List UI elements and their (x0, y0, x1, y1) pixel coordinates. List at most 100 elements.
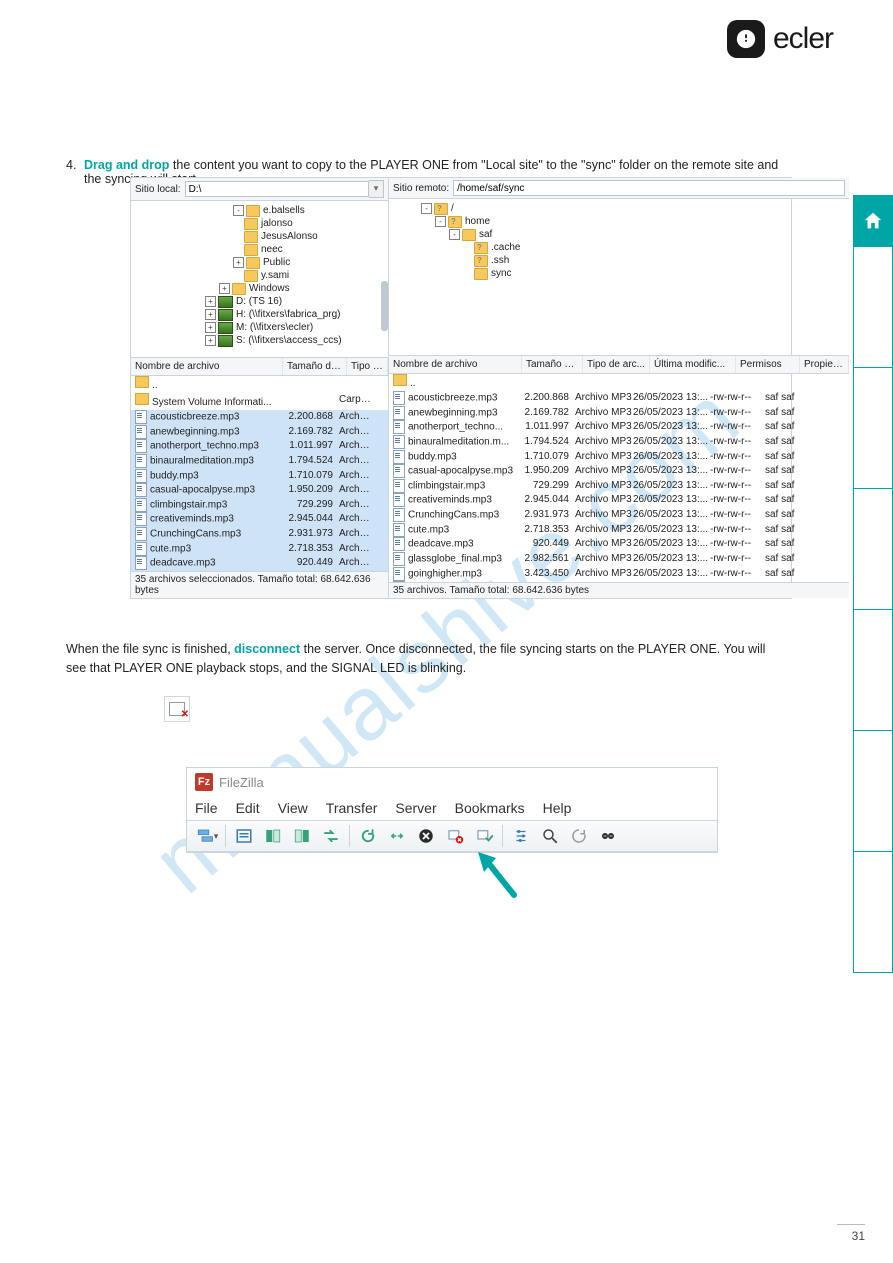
local-path-input[interactable] (185, 181, 369, 197)
col-name[interactable]: Nombre de archivo (389, 356, 522, 373)
list-item[interactable]: creativeminds.mp32.945.044Archivo (131, 512, 388, 527)
list-item[interactable]: anotherport_techno...1.011.997Archivo MP… (389, 420, 849, 435)
col-type[interactable]: Tipo de arc... (583, 356, 650, 373)
menu-item-transfer[interactable]: Transfer (326, 800, 378, 816)
tree-toggle-icon[interactable]: + (205, 322, 216, 333)
tree-node[interactable]: sync (391, 267, 847, 280)
reconnect-icon[interactable] (470, 824, 498, 848)
sidenav-slot-1[interactable] (853, 246, 893, 367)
find-icon[interactable] (594, 824, 622, 848)
list-item[interactable]: casual-apocalpyse.mp31.950.209Archivo (131, 483, 388, 498)
tree-node[interactable]: neec (133, 243, 386, 256)
local-file-list[interactable]: ..System Volume Informati...Carpetaacous… (131, 376, 388, 571)
tree-node[interactable]: +S: (\\fitxers\access_ccs) (133, 334, 386, 347)
list-item[interactable]: cute.mp32.718.353Archivo (131, 542, 388, 557)
list-item[interactable]: binauralmeditation.mp31.794.524Archivo (131, 454, 388, 469)
tree-toggle-icon[interactable]: + (205, 309, 216, 320)
tree-node[interactable]: +M: (\\fitxers\ecler) (133, 321, 386, 334)
col-size[interactable]: Tamaño de... (283, 358, 347, 375)
remote-file-list[interactable]: ..acousticbreeze.mp32.200.868Archivo MP3… (389, 374, 849, 582)
list-item[interactable]: .. (131, 376, 388, 393)
list-item[interactable]: climbingstair.mp3729.299Archivo MP326/05… (389, 479, 849, 494)
disconnect-toolbar-icon[interactable] (441, 824, 469, 848)
list-item[interactable]: climbingstair.mp3729.299Archivo (131, 498, 388, 513)
tree-node[interactable]: jalonso (133, 217, 386, 230)
tree-node[interactable]: +H: (\\fitxers\fabrica_prg) (133, 308, 386, 321)
tree-toggle-icon[interactable]: - (449, 229, 460, 240)
tree-node[interactable]: .cache (391, 241, 847, 254)
list-item[interactable]: creativeminds.mp32.945.044Archivo MP326/… (389, 493, 849, 508)
sidenav-slot-4[interactable] (853, 609, 893, 730)
cancel-icon[interactable] (412, 824, 440, 848)
filter-icon[interactable] (507, 824, 535, 848)
tree-node[interactable]: -home (391, 215, 847, 228)
toggle-queue-icon[interactable] (317, 824, 345, 848)
tree-toggle-icon[interactable]: - (421, 203, 432, 214)
list-item[interactable]: glassglobe_final.mp32.982.561Archivo MP3… (389, 552, 849, 567)
col-own[interactable]: Propietario/... (800, 356, 849, 373)
list-item[interactable]: casual-apocalpyse.mp31.950.209Archivo MP… (389, 464, 849, 479)
list-item[interactable]: deadcave.mp3920.449Archivo (131, 556, 388, 571)
tree-toggle-icon[interactable]: + (219, 283, 230, 294)
tree-node[interactable]: .ssh (391, 254, 847, 267)
sidenav-slot-2[interactable] (853, 367, 893, 488)
tree-node[interactable]: -/ (391, 202, 847, 215)
list-item[interactable]: buddy.mp31.710.079Archivo MP326/05/2023 … (389, 450, 849, 465)
menu-item-view[interactable]: View (278, 800, 308, 816)
list-item[interactable]: anewbeginning.mp32.169.782Archivo (131, 425, 388, 440)
list-item[interactable]: acousticbreeze.mp32.200.868Archivo MP326… (389, 391, 849, 406)
list-item[interactable]: cute.mp32.718.353Archivo MP326/05/2023 1… (389, 523, 849, 538)
toggle-localtree-icon[interactable] (259, 824, 287, 848)
list-item[interactable]: anewbeginning.mp32.169.782Archivo MP326/… (389, 406, 849, 421)
tree-node[interactable]: +D: (TS 16) (133, 295, 386, 308)
menu-bar[interactable]: File Edit View Transfer Server Bookmarks Help (187, 796, 717, 820)
tree-toggle-icon[interactable]: - (233, 205, 244, 216)
remote-tree[interactable]: -/-home-saf.cache.sshsync (389, 199, 849, 356)
list-item[interactable]: buddy.mp31.710.079Archivo (131, 469, 388, 484)
list-item[interactable]: acousticbreeze.mp32.200.868Archivo (131, 410, 388, 425)
tree-node[interactable]: y.sami (133, 269, 386, 282)
process-queue-icon[interactable] (383, 824, 411, 848)
menu-item-file[interactable]: File (195, 800, 218, 816)
local-path-dropdown[interactable]: ▾ (369, 180, 384, 198)
tree-node[interactable]: -saf (391, 228, 847, 241)
toggle-messagelog-icon[interactable] (230, 824, 258, 848)
list-item[interactable]: anotherport_techno.mp31.011.997Archivo (131, 439, 388, 454)
menu-item-server[interactable]: Server (395, 800, 436, 816)
col-type[interactable]: Tipo de (347, 358, 388, 375)
local-tree[interactable]: -e.balsellsjalonsoJesusAlonsoneec+Public… (131, 201, 388, 358)
sidenav-slot-6[interactable] (853, 851, 893, 973)
tree-toggle-icon[interactable]: + (205, 335, 216, 346)
scrollbar[interactable] (381, 281, 388, 331)
menu-item-edit[interactable]: Edit (236, 800, 260, 816)
col-perm[interactable]: Permisos (736, 356, 800, 373)
tree-toggle-icon[interactable]: + (233, 257, 244, 268)
tree-node[interactable]: -e.balsells (133, 204, 386, 217)
list-item[interactable]: .. (389, 374, 849, 391)
list-item[interactable]: CrunchingCans.mp32.931.973Archivo MP326/… (389, 508, 849, 523)
list-item[interactable]: goinghigher.mp33.423.450Archivo MP326/05… (389, 567, 849, 582)
list-item[interactable]: deadcave.mp3920.449Archivo MP326/05/2023… (389, 537, 849, 552)
list-item[interactable]: CrunchingCans.mp32.931.973Archivo (131, 527, 388, 542)
sidenav-slot-3[interactable] (853, 488, 893, 609)
site-manager-icon[interactable]: ▾ (193, 824, 221, 848)
menu-item-bookmarks[interactable]: Bookmarks (455, 800, 525, 816)
remote-path-input[interactable] (453, 180, 845, 196)
tree-toggle-icon[interactable]: + (205, 296, 216, 307)
tree-toggle-icon[interactable]: - (435, 216, 446, 227)
sidenav-slot-5[interactable] (853, 730, 893, 851)
list-item[interactable]: System Volume Informati...Carpeta (131, 393, 388, 410)
refresh-icon[interactable] (354, 824, 382, 848)
search-icon[interactable] (536, 824, 564, 848)
compare-icon[interactable] (565, 824, 593, 848)
tree-node[interactable]: +Public (133, 256, 386, 269)
col-name[interactable]: Nombre de archivo (131, 358, 283, 375)
toggle-remotetree-icon[interactable] (288, 824, 316, 848)
tree-node[interactable]: JesusAlonso (133, 230, 386, 243)
col-date[interactable]: Última modific... (650, 356, 736, 373)
tree-node[interactable]: +Windows (133, 282, 386, 295)
menu-item-help[interactable]: Help (543, 800, 572, 816)
sidenav-home[interactable] (853, 195, 893, 246)
list-item[interactable]: binauralmeditation.m...1.794.524Archivo … (389, 435, 849, 450)
col-size[interactable]: Tamaño d... (522, 356, 583, 373)
